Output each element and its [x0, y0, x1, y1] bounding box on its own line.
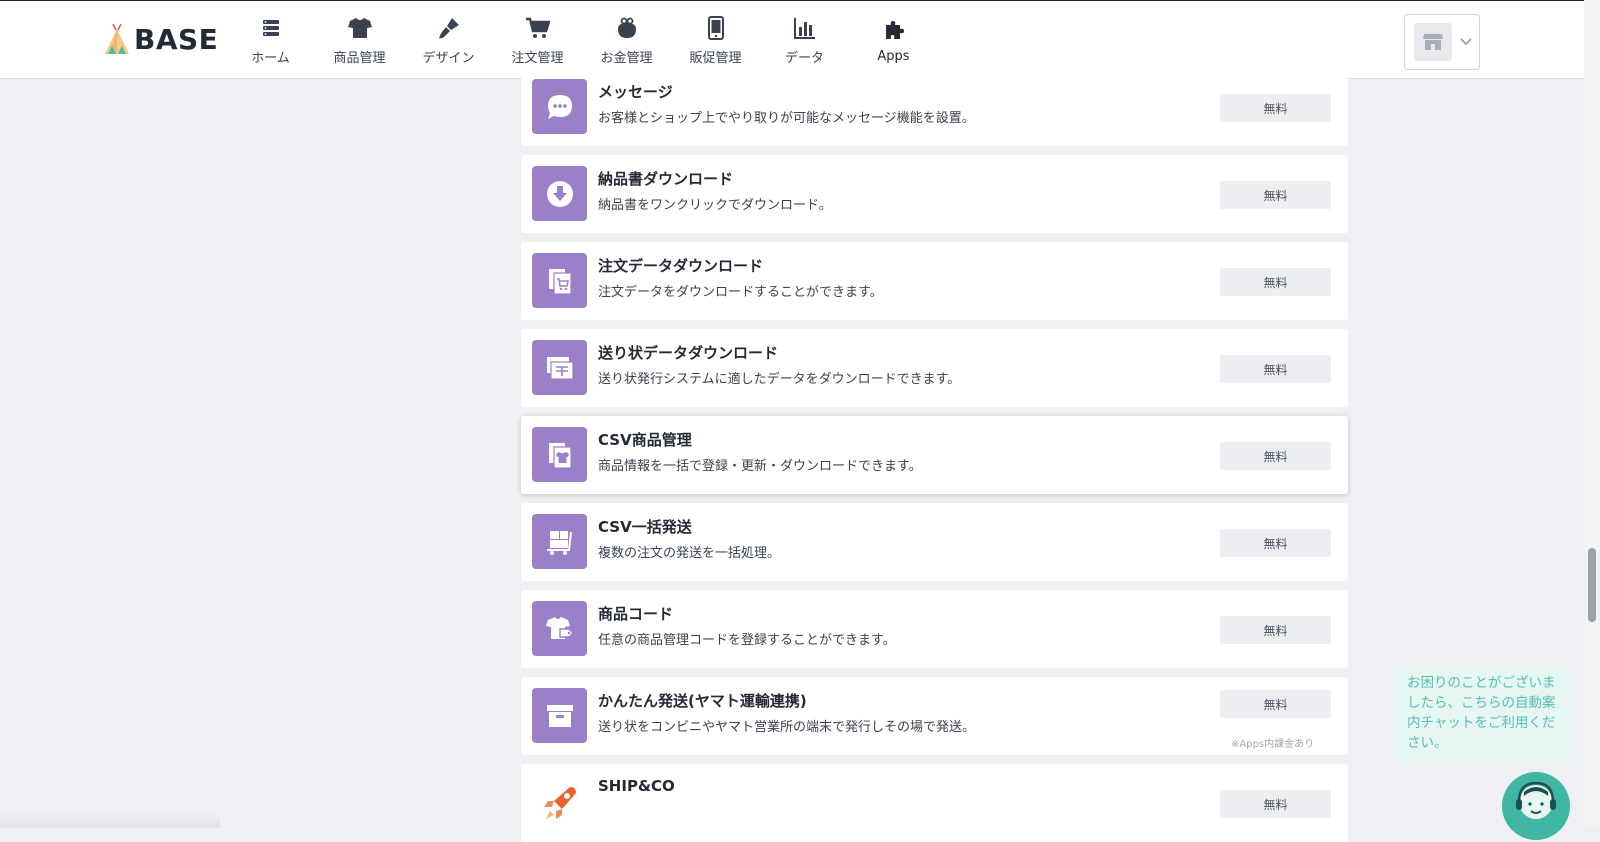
box-icon — [532, 688, 587, 743]
app-title: SHIP&CO — [598, 777, 675, 795]
scrollbar-track[interactable] — [1584, 0, 1600, 828]
price-badge[interactable]: 無料 — [1220, 442, 1331, 470]
app-description: 送り状発行システムに適したデータをダウンロードできます。 — [598, 372, 961, 387]
app-description: お客様とショップ上でやり取りが可能なメッセージ機能を設置。 — [598, 111, 975, 126]
app-title: 納品書ダウンロード — [598, 170, 734, 188]
logo-text: BASE — [134, 23, 219, 56]
support-agent-icon — [1516, 781, 1556, 819]
price-badge[interactable]: 無料 — [1220, 268, 1331, 296]
home-list-icon — [258, 15, 284, 41]
price-badge[interactable]: 無料 — [1220, 690, 1331, 718]
nav-label: 注文管理 — [511, 50, 564, 66]
app-card-order-data[interactable]: 注文データダウンロード 注文データをダウンロードすることができます。 無料 — [521, 242, 1348, 320]
app-description: 注文データをダウンロードすることができます。 — [598, 285, 883, 300]
tent-logo-icon — [105, 23, 129, 54]
nav-label: 販促管理 — [689, 50, 742, 66]
chat-prompt-bubble[interactable]: お困りのことがございましたら、こちらの自動案内チャットをご利用ください。 — [1396, 664, 1572, 764]
wallet-icon — [614, 15, 640, 41]
base-logo[interactable]: BASE — [104, 23, 218, 56]
app-title: かんたん発送(ヤマト運輸連携) — [598, 692, 807, 710]
cart-icon — [525, 15, 551, 41]
nav-label: データ — [784, 50, 824, 66]
app-title: CSV商品管理 — [598, 431, 692, 449]
scrollbar-thumb[interactable] — [1588, 548, 1596, 622]
nav-label: 商品管理 — [333, 50, 386, 66]
app-card-product-code[interactable]: 商品コード 任意の商品管理コードを登録することができます。 無料 — [521, 590, 1348, 668]
price-badge[interactable]: 無料 — [1220, 790, 1331, 818]
app-description: 納品書をワンクリックでダウンロード。 — [598, 198, 832, 213]
chevron-down-icon — [1460, 38, 1472, 46]
app-card-ship-and-co[interactable]: SHIP&CO 無料 — [521, 764, 1348, 842]
order-data-icon — [532, 253, 587, 308]
app-card-delivery-slip[interactable]: 納品書ダウンロード 納品書をワンクリックでダウンロード。 無料 — [521, 155, 1348, 233]
app-card-csv-product[interactable]: CSV商品管理 商品情報を一括で登録・更新・ダウンロードできます。 無料 — [521, 416, 1348, 494]
in-app-purchase-note: ※Apps内課金あり — [1231, 739, 1315, 750]
store-icon — [1423, 34, 1443, 50]
shop-avatar — [1414, 23, 1452, 61]
download-icon — [532, 166, 587, 221]
app-description: 複数の注文の発送を一括処理。 — [598, 546, 781, 561]
app-description: 任意の商品管理コードを登録することができます。 — [598, 633, 896, 648]
nav-label: デザイン — [422, 50, 475, 66]
price-badge[interactable]: 無料 — [1220, 181, 1331, 209]
product-code-icon — [532, 601, 587, 656]
mobile-icon — [703, 15, 729, 41]
invoice-data-icon — [532, 340, 587, 395]
app-title: CSV一括発送 — [598, 518, 692, 536]
app-card-message[interactable]: メッセージ お客様とショップ上でやり取りが可能なメッセージ機能を設置。 無料 — [521, 68, 1348, 146]
nav-design[interactable]: デザイン — [404, 1, 493, 79]
rocket-icon — [532, 775, 587, 830]
shop-switcher-button[interactable] — [1404, 14, 1480, 70]
price-badge[interactable]: 無料 — [1220, 355, 1331, 383]
nav-home[interactable]: ホーム — [226, 1, 315, 79]
app-title: 送り状データダウンロード — [598, 344, 779, 362]
price-badge[interactable]: 無料 — [1220, 529, 1331, 557]
app-title: メッセージ — [598, 83, 673, 101]
cart-boxes-icon — [532, 514, 587, 569]
message-icon — [532, 79, 587, 134]
bar-chart-icon — [792, 15, 818, 41]
puzzle-icon — [881, 17, 907, 43]
csv-product-icon — [532, 427, 587, 482]
app-title: 注文データダウンロード — [598, 257, 764, 275]
app-description: 商品情報を一括で登録・更新・ダウンロードできます。 — [598, 459, 922, 474]
nav-products[interactable]: 商品管理 — [315, 1, 404, 79]
bottom-edge-shadow — [0, 812, 220, 828]
brush-icon — [436, 15, 462, 41]
app-card-invoice-data[interactable]: 送り状データダウンロード 送り状発行システムに適したデータをダウンロードできます… — [521, 329, 1348, 407]
nav-label: お金管理 — [600, 50, 653, 66]
app-card-csv-shipping[interactable]: CSV一括発送 複数の注文の発送を一括処理。 無料 — [521, 503, 1348, 581]
app-description: 送り状をコンビニやヤマト営業所の端末で発行しその場で発送。 — [598, 720, 976, 735]
price-badge[interactable]: 無料 — [1220, 616, 1331, 644]
chat-support-button[interactable] — [1502, 772, 1570, 840]
tshirt-icon — [347, 15, 373, 41]
app-card-easy-shipping[interactable]: かんたん発送(ヤマト運輸連携) 送り状をコンビニやヤマト営業所の端末で発行しその… — [521, 677, 1348, 755]
nav-label: ホーム — [251, 50, 290, 66]
nav-label: Apps — [877, 48, 910, 64]
app-title: 商品コード — [598, 605, 674, 623]
price-badge[interactable]: 無料 — [1220, 94, 1331, 122]
